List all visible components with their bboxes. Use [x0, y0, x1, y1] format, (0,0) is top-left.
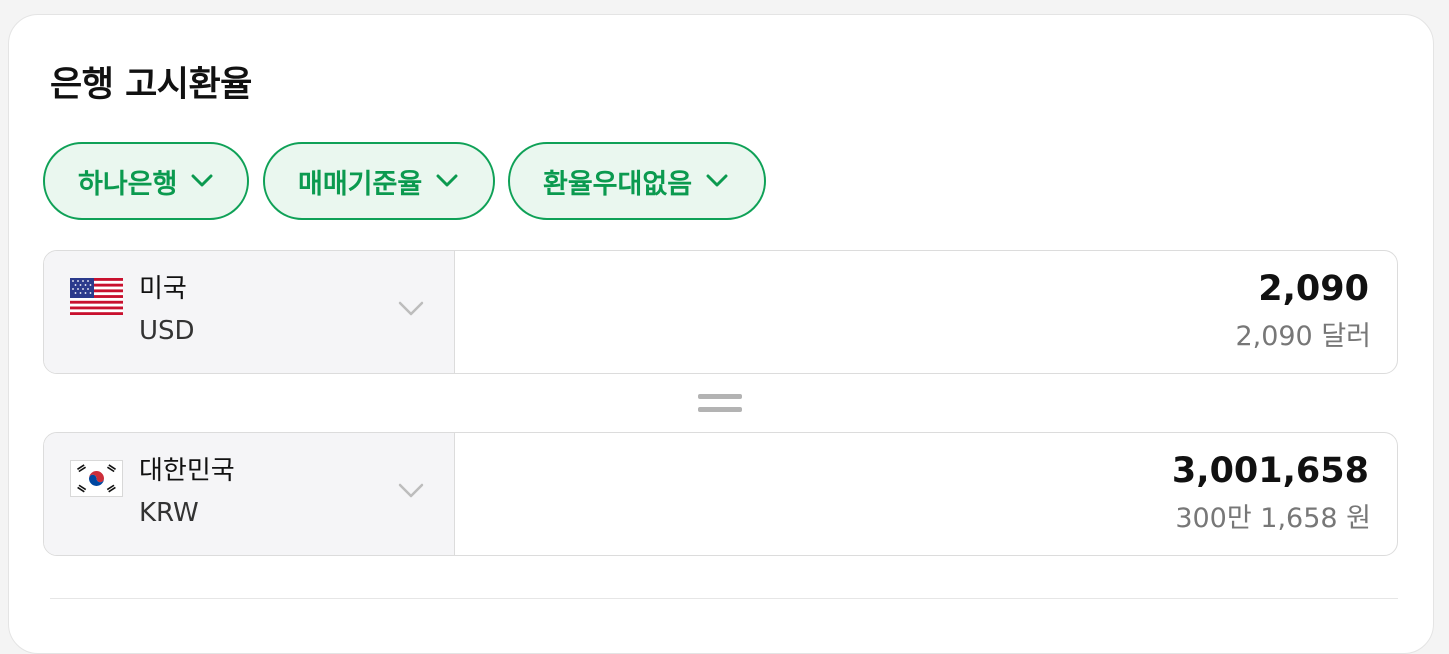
- from-currency-selector[interactable]: 미국 USD: [44, 251, 455, 373]
- equals-icon: [698, 394, 742, 416]
- chevron-down-icon: [436, 174, 458, 188]
- bank-filter-chip[interactable]: 하나은행: [43, 142, 249, 220]
- chevron-down-icon: [706, 174, 728, 188]
- rate-type-filter-label: 매매기준율: [298, 168, 423, 200]
- from-currency-code: USD: [139, 316, 195, 346]
- chevron-down-icon: [191, 174, 213, 188]
- from-currency-row: 미국 USD 2,090 2,090 달러: [43, 250, 1398, 374]
- us-flag-icon: [70, 278, 123, 315]
- preferential-rate-filter-label: 환율우대없음: [543, 168, 693, 200]
- rate-type-filter-chip[interactable]: 매매기준율: [263, 142, 495, 220]
- kr-flag-icon: [70, 460, 123, 497]
- card-title: 은행 고시환율: [50, 65, 252, 105]
- preferential-rate-filter-chip[interactable]: 환율우대없음: [508, 142, 766, 220]
- to-currency-row: 대한민국 KRW 3,001,658 300만 1,658 원: [43, 432, 1398, 556]
- to-country-name: 대한민국: [139, 456, 235, 486]
- chevron-down-icon: [398, 301, 424, 321]
- from-country-name: 미국: [139, 274, 187, 304]
- to-currency-selector[interactable]: 대한민국 KRW: [44, 433, 455, 555]
- chevron-down-icon: [398, 483, 424, 503]
- from-amount-readable: 2,090 달러: [1235, 321, 1371, 352]
- from-amount-input[interactable]: 2,090: [1258, 267, 1369, 311]
- bank-filter-label: 하나은행: [78, 168, 178, 200]
- to-amount-readable: 300만 1,658 원: [1175, 503, 1371, 534]
- to-currency-code: KRW: [139, 498, 199, 528]
- divider: [50, 598, 1398, 599]
- to-amount-input[interactable]: 3,001,658: [1172, 449, 1369, 493]
